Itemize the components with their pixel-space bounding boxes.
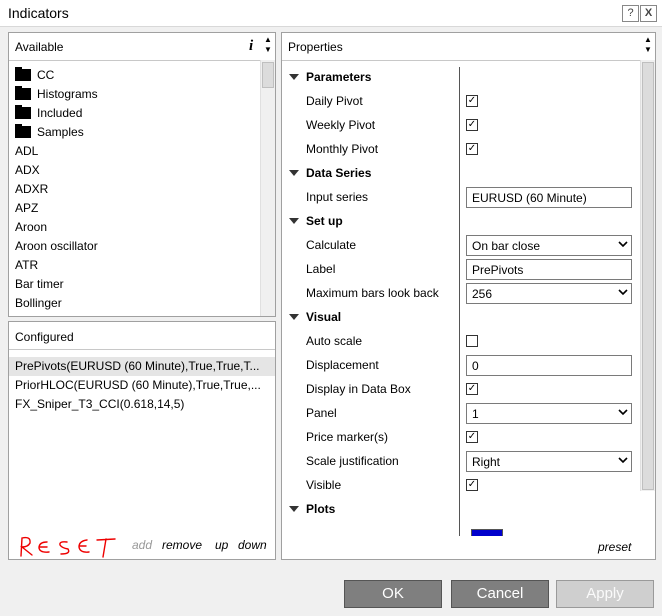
folder-icon xyxy=(15,86,31,100)
collapse-icon[interactable] xyxy=(289,218,299,224)
ok-button[interactable]: OK xyxy=(344,580,442,608)
price-marker-checkbox[interactable]: ✓ xyxy=(466,431,478,443)
collapse-icon[interactable] xyxy=(289,314,299,320)
available-scroll-thumb[interactable] xyxy=(262,62,274,88)
row-label: Label PrePivots xyxy=(282,257,642,281)
folder-icon xyxy=(15,105,31,119)
indicator-item[interactable]: APZ xyxy=(9,199,275,218)
indicator-item[interactable]: Aroon xyxy=(9,218,275,237)
scale-justification-select[interactable]: Right xyxy=(466,451,632,472)
indicator-item[interactable]: Bollinger xyxy=(9,294,275,313)
folder-item[interactable]: Included xyxy=(9,104,275,123)
folder-icon xyxy=(15,124,31,138)
chevron-down-icon xyxy=(618,457,628,464)
row-weekly-pivot: Weekly Pivot ✓ xyxy=(306,118,478,132)
close-button[interactable]: X xyxy=(640,5,657,22)
indicator-item[interactable]: Bar timer xyxy=(9,275,275,294)
collapse-icon[interactable] xyxy=(289,74,299,80)
row-calculate: Calculate On bar close xyxy=(282,233,642,257)
indicator-item[interactable]: ATR xyxy=(9,256,275,275)
configured-header: Configured xyxy=(9,322,275,350)
section-plots[interactable]: Plots xyxy=(282,497,642,521)
up-link[interactable]: up xyxy=(215,538,228,552)
chevron-down-icon xyxy=(618,241,628,248)
displacement-field[interactable]: 0 xyxy=(466,355,632,376)
help-button[interactable]: ? xyxy=(622,5,639,22)
row-auto-scale: Auto scale xyxy=(282,329,642,353)
title-bar: Indicators ? X xyxy=(0,0,662,27)
window-title: Indicators xyxy=(8,5,69,21)
section-visual[interactable]: Visual xyxy=(282,305,642,329)
preset-link[interactable]: preset xyxy=(598,540,631,554)
max-bars-select[interactable]: 256 xyxy=(466,283,632,304)
section-data-series[interactable]: Data Series xyxy=(282,161,642,185)
configured-panel: Configured PrePivots(EURUSD (60 Minute),… xyxy=(8,321,276,560)
row-panel: Panel 1 xyxy=(282,401,642,425)
cancel-button[interactable]: Cancel xyxy=(451,580,549,608)
chevron-down-icon xyxy=(618,409,628,416)
remove-link[interactable]: remove xyxy=(162,538,202,552)
properties-header: Properties ▲ ▼ xyxy=(282,33,655,61)
section-parameters[interactable]: Parameters xyxy=(282,65,642,89)
configured-list: PrePivots(EURUSD (60 Minute),True,True,T… xyxy=(9,357,275,419)
row-daily-pivot: Daily Pivot ✓ xyxy=(306,94,478,108)
chevron-down-icon xyxy=(618,289,628,296)
folder-item[interactable]: CC xyxy=(9,66,275,85)
available-title: Available xyxy=(15,40,64,54)
daily-pivot-checkbox[interactable]: ✓ xyxy=(466,95,478,107)
row-visible: Visible ✓ xyxy=(306,478,478,492)
folder-item[interactable]: Samples xyxy=(9,123,275,142)
row-display-data-box: Display in Data Box ✓ xyxy=(306,382,478,396)
reset-handwriting xyxy=(20,536,116,558)
available-scrollbar[interactable] xyxy=(260,60,275,316)
available-panel: Available i ▲ ▼ CC Histograms Included Sampl… xyxy=(8,32,276,317)
apply-button[interactable]: Apply xyxy=(556,580,654,608)
folder-icon xyxy=(15,67,31,81)
properties-scroll-thumb[interactable] xyxy=(642,62,654,490)
indicator-item[interactable]: ADX xyxy=(9,161,275,180)
calculate-select[interactable]: On bar close xyxy=(466,235,632,256)
panel-select[interactable]: 1 xyxy=(466,403,632,424)
properties-panel: Properties ▲ ▼ Parameters Daily Pivot ✓ We… xyxy=(281,32,656,560)
indicator-item[interactable]: ADL xyxy=(9,142,275,161)
row-scale-justification: Scale justification Right xyxy=(282,449,642,473)
configured-item[interactable]: PriorHLOC(EURUSD (60 Minute),True,True,.… xyxy=(9,376,275,395)
auto-scale-checkbox[interactable] xyxy=(466,335,478,347)
indicator-item[interactable]: Aroon oscillator xyxy=(9,237,275,256)
label-field[interactable]: PrePivots xyxy=(466,259,632,280)
properties-footer: preset xyxy=(282,536,655,559)
monthly-pivot-checkbox[interactable]: ✓ xyxy=(466,143,478,155)
indicator-item[interactable]: ADXR xyxy=(9,180,275,199)
sort-arrows-icon[interactable]: ▲ ▼ xyxy=(263,35,273,55)
properties-title: Properties xyxy=(288,40,343,54)
visible-checkbox[interactable]: ✓ xyxy=(466,479,478,491)
folder-item[interactable]: Histograms xyxy=(9,85,275,104)
row-monthly-pivot: Monthly Pivot ✓ xyxy=(306,142,478,156)
weekly-pivot-checkbox[interactable]: ✓ xyxy=(466,119,478,131)
row-price-marker: Price marker(s) ✓ xyxy=(306,430,478,444)
input-series-field[interactable]: EURUSD (60 Minute) xyxy=(466,187,632,208)
row-input-series: Input series EURUSD (60 Minute) xyxy=(282,185,642,209)
collapse-icon[interactable] xyxy=(289,170,299,176)
configured-item[interactable]: PrePivots(EURUSD (60 Minute),True,True,T… xyxy=(9,357,275,376)
row-displacement: Displacement 0 xyxy=(282,353,642,377)
section-setup[interactable]: Set up xyxy=(282,209,642,233)
display-data-box-checkbox[interactable]: ✓ xyxy=(466,383,478,395)
configured-title: Configured xyxy=(15,330,74,344)
configured-item[interactable]: FX_Sniper_T3_CCI(0.618,14,5) xyxy=(9,395,275,414)
down-link[interactable]: down xyxy=(238,538,267,552)
add-link[interactable]: add xyxy=(132,538,152,552)
available-list: CC Histograms Included Samples ADL ADX ADXR APZ… xyxy=(9,66,275,314)
info-icon[interactable]: i xyxy=(249,38,253,55)
sort-arrows-icon[interactable]: ▲ ▼ xyxy=(643,35,653,55)
properties-scrollbar[interactable] xyxy=(640,60,655,491)
collapse-icon[interactable] xyxy=(289,506,299,512)
row-max-bars: Maximum bars look back 256 xyxy=(282,281,642,305)
available-header: Available i ▲ ▼ xyxy=(9,33,275,61)
